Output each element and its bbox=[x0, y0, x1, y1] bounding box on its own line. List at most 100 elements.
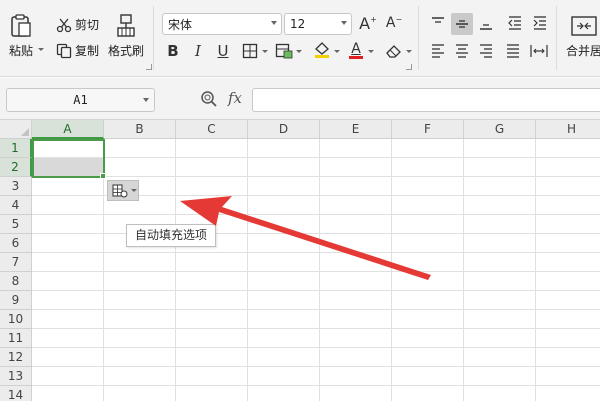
bold-button[interactable]: B bbox=[163, 41, 183, 61]
column-header-e[interactable]: E bbox=[320, 120, 392, 139]
row-header-4[interactable]: 4 bbox=[0, 196, 32, 215]
row-header-13[interactable]: 13 bbox=[0, 367, 32, 386]
distributed-align-button[interactable] bbox=[529, 41, 549, 61]
row-header-14[interactable]: 14 bbox=[0, 386, 32, 401]
align-bottom-icon bbox=[480, 24, 492, 30]
cell-area[interactable] bbox=[32, 139, 600, 401]
row-header-10[interactable]: 10 bbox=[0, 310, 32, 329]
font-color-dropdown-caret[interactable] bbox=[368, 50, 374, 53]
paste-button[interactable]: 粘贴 bbox=[8, 14, 34, 59]
paste-dropdown-caret[interactable] bbox=[38, 48, 44, 51]
grid-column-line bbox=[247, 139, 248, 401]
minus-icon: − bbox=[395, 14, 403, 24]
row-header-9[interactable]: 9 bbox=[0, 291, 32, 310]
shrink-font-button[interactable]: A − bbox=[384, 13, 404, 33]
row-header-11[interactable]: 11 bbox=[0, 329, 32, 348]
borders-dropdown-caret[interactable] bbox=[262, 50, 268, 53]
grid-row-line bbox=[32, 271, 600, 272]
chevron-down-icon bbox=[143, 98, 149, 102]
row-header-7[interactable]: 7 bbox=[0, 253, 32, 272]
grid-column-line bbox=[463, 139, 464, 401]
align-center-button[interactable] bbox=[452, 41, 472, 61]
fill-color-button[interactable] bbox=[312, 40, 332, 60]
grow-font-icon: A bbox=[359, 13, 371, 33]
underline-button[interactable]: U bbox=[213, 41, 233, 61]
format-painter-button[interactable]: 格式刷 bbox=[108, 14, 144, 59]
eraser-icon bbox=[386, 45, 401, 58]
font-size-dropdown[interactable]: 12 bbox=[284, 13, 352, 35]
clear-dropdown-caret[interactable] bbox=[406, 50, 412, 53]
row-header-2[interactable]: 2 bbox=[0, 158, 32, 177]
search-icon bbox=[201, 91, 217, 107]
column-header-f[interactable]: F bbox=[392, 120, 464, 139]
font-color-button[interactable]: A bbox=[346, 40, 366, 60]
row-header-12[interactable]: 12 bbox=[0, 348, 32, 367]
select-all-corner[interactable] bbox=[0, 120, 32, 139]
grid-row-line bbox=[32, 385, 600, 386]
merge-center-button[interactable]: 合并居 bbox=[566, 14, 600, 59]
justify-button[interactable] bbox=[503, 41, 523, 61]
formula-input[interactable] bbox=[252, 88, 600, 112]
decrease-indent-button[interactable] bbox=[505, 13, 525, 33]
align-right-icon bbox=[480, 44, 492, 58]
borders-button[interactable] bbox=[240, 41, 260, 61]
chevron-down-icon bbox=[271, 21, 277, 25]
grid-column-line bbox=[175, 139, 176, 401]
row-header-5[interactable]: 5 bbox=[0, 215, 32, 234]
font-name-dropdown[interactable]: 宋体 bbox=[162, 13, 282, 35]
row-header-3[interactable]: 3 bbox=[0, 177, 32, 196]
cell-style-button[interactable] bbox=[274, 41, 294, 61]
increase-indent-button[interactable] bbox=[530, 13, 550, 33]
align-top-button[interactable] bbox=[428, 13, 448, 33]
column-header-g[interactable]: G bbox=[464, 120, 536, 139]
align-left-button[interactable] bbox=[428, 41, 448, 61]
font-group-launcher[interactable] bbox=[406, 64, 412, 70]
grid-row-line bbox=[32, 157, 600, 158]
name-box-value: A1 bbox=[73, 93, 88, 107]
grow-font-button[interactable]: A + bbox=[358, 13, 378, 33]
insert-function-button[interactable]: fx bbox=[228, 89, 242, 107]
grid-row-line bbox=[32, 347, 600, 348]
cut-button[interactable]: 剪切 bbox=[56, 16, 99, 33]
column-header-h[interactable]: H bbox=[536, 120, 600, 139]
font-name-value: 宋体 bbox=[168, 17, 193, 32]
cell-style-icon bbox=[275, 43, 293, 59]
clear-format-button[interactable] bbox=[384, 41, 404, 61]
grid-row-line bbox=[32, 252, 600, 253]
font-color-icon: A bbox=[351, 40, 361, 57]
cut-label: 剪切 bbox=[75, 18, 100, 32]
column-header-d[interactable]: D bbox=[248, 120, 320, 139]
format-painter-icon bbox=[117, 14, 135, 37]
row-header-8[interactable]: 8 bbox=[0, 272, 32, 291]
align-bottom-button[interactable] bbox=[476, 13, 496, 33]
row-header-6[interactable]: 6 bbox=[0, 234, 32, 253]
group-separator bbox=[556, 6, 557, 70]
merge-center-label: 合并居 bbox=[566, 44, 600, 58]
grid-row-line bbox=[32, 233, 600, 234]
cell-style-dropdown-caret[interactable] bbox=[296, 50, 302, 53]
autofill-options-button[interactable] bbox=[107, 180, 139, 201]
chevron-down-icon bbox=[131, 189, 137, 192]
fill-handle[interactable] bbox=[100, 173, 106, 179]
distributed-align-icon bbox=[530, 45, 548, 57]
copy-button[interactable]: 复制 bbox=[56, 42, 99, 59]
row-header-1[interactable]: 1 bbox=[0, 139, 32, 158]
selection-border bbox=[32, 139, 105, 178]
group-separator bbox=[418, 6, 419, 70]
clipboard-group-launcher[interactable] bbox=[146, 64, 152, 70]
column-header-b[interactable]: B bbox=[104, 120, 176, 139]
column-header-a[interactable]: A bbox=[32, 120, 104, 139]
align-right-button[interactable] bbox=[476, 41, 496, 61]
name-box[interactable]: A1 bbox=[6, 88, 155, 112]
fill-color-dropdown-caret[interactable] bbox=[334, 50, 340, 53]
decrease-indent-icon bbox=[508, 16, 521, 30]
column-header-c[interactable]: C bbox=[176, 120, 248, 139]
grid-row-line bbox=[32, 176, 600, 177]
grid-column-line bbox=[391, 139, 392, 401]
align-left-icon bbox=[432, 44, 444, 58]
italic-button[interactable]: I bbox=[188, 41, 208, 61]
align-middle-button[interactable] bbox=[451, 13, 473, 35]
autofill-tooltip: 自动填充选项 bbox=[126, 224, 217, 247]
zoom-formula-button[interactable] bbox=[200, 90, 218, 111]
paint-bucket-icon bbox=[315, 42, 329, 58]
